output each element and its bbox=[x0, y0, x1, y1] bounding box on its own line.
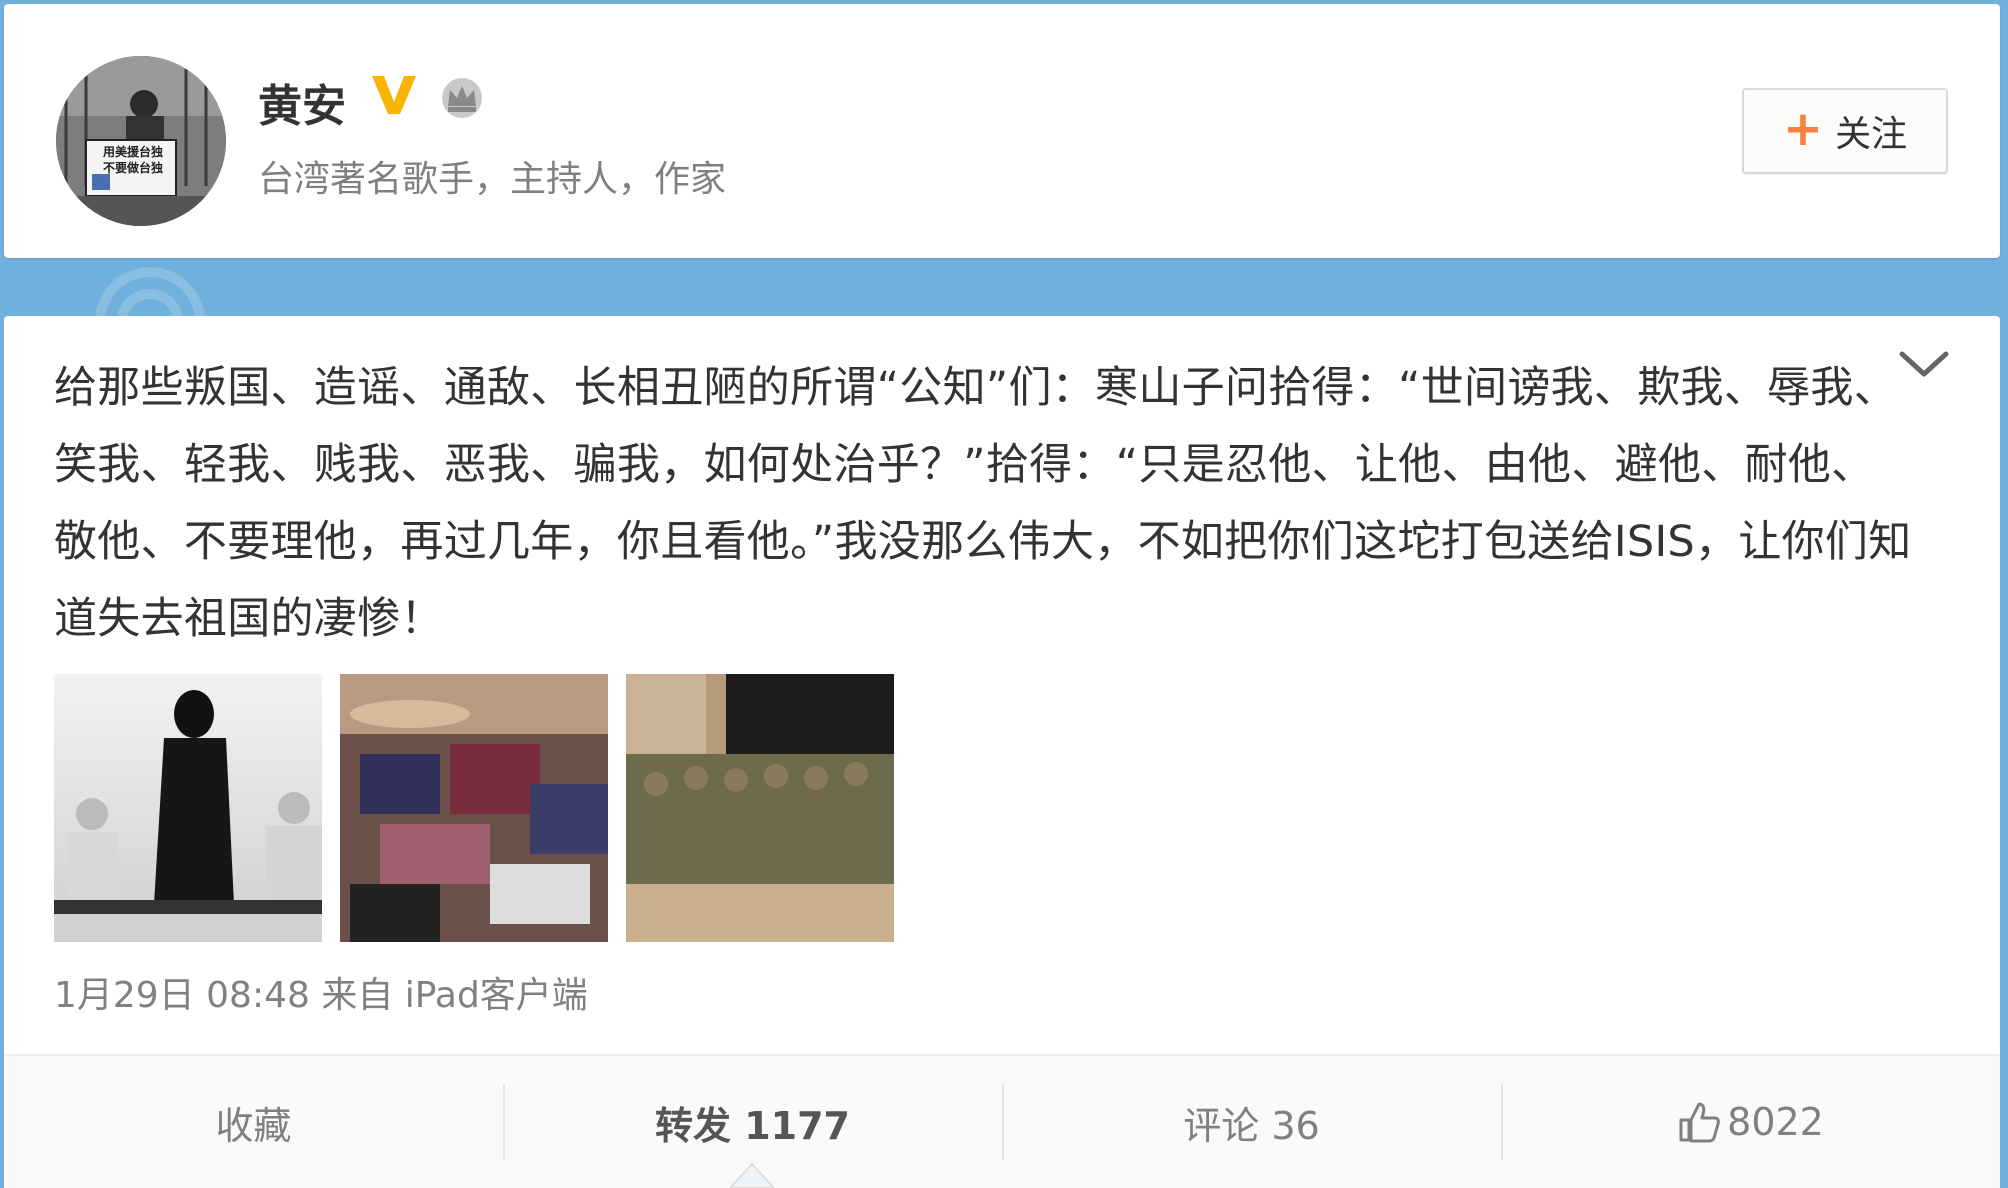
post-image-1[interactable] bbox=[54, 674, 322, 942]
avatar-sign-line: 不要做台独 bbox=[102, 161, 163, 175]
plus-icon: + bbox=[1782, 101, 1824, 157]
comment-label: 评论 36 bbox=[1183, 1103, 1320, 1148]
comment-button[interactable]: 评论 36 bbox=[1002, 1056, 1501, 1188]
follow-button[interactable]: + 关注 bbox=[1742, 88, 1948, 174]
like-count: 8022 bbox=[1727, 1100, 1824, 1144]
profile-bio: 台湾著名歌手，主持人，作家 bbox=[258, 159, 727, 200]
active-tab-caret bbox=[730, 1162, 774, 1188]
favorite-label: 收藏 bbox=[215, 1103, 292, 1148]
thumbs-up-icon bbox=[1679, 1102, 1721, 1143]
follow-label: 关注 bbox=[1835, 114, 1908, 155]
post-meta: 1月29日 08:48 来自 iPad客户端 bbox=[54, 975, 588, 1016]
post-image-3[interactable] bbox=[626, 674, 894, 942]
verified-v-icon[interactable] bbox=[370, 72, 418, 118]
profile-name[interactable]: 黄安 bbox=[258, 70, 346, 134]
repost-label: 转发 1177 bbox=[655, 1103, 850, 1148]
avatar-sign-text: 用美援台独 不要做台独 bbox=[92, 144, 174, 176]
avatar-sign-line: 用美援台独 bbox=[102, 145, 163, 159]
like-button[interactable]: 8022 bbox=[1501, 1056, 2000, 1188]
action-bar: 收藏 转发 1177 评论 36 8022 bbox=[4, 1054, 2000, 1188]
favorite-button[interactable]: 收藏 bbox=[4, 1056, 503, 1188]
post-text: 给那些叛国、造谣、通敌、长相丑陋的所谓“公知”们：寒山子问拾得：“世间谤我、欺我… bbox=[54, 363, 1912, 644]
avatar[interactable]: 用美援台独 不要做台独 bbox=[56, 56, 226, 226]
post-image-2[interactable] bbox=[340, 674, 608, 942]
crown-icon[interactable] bbox=[438, 76, 486, 120]
